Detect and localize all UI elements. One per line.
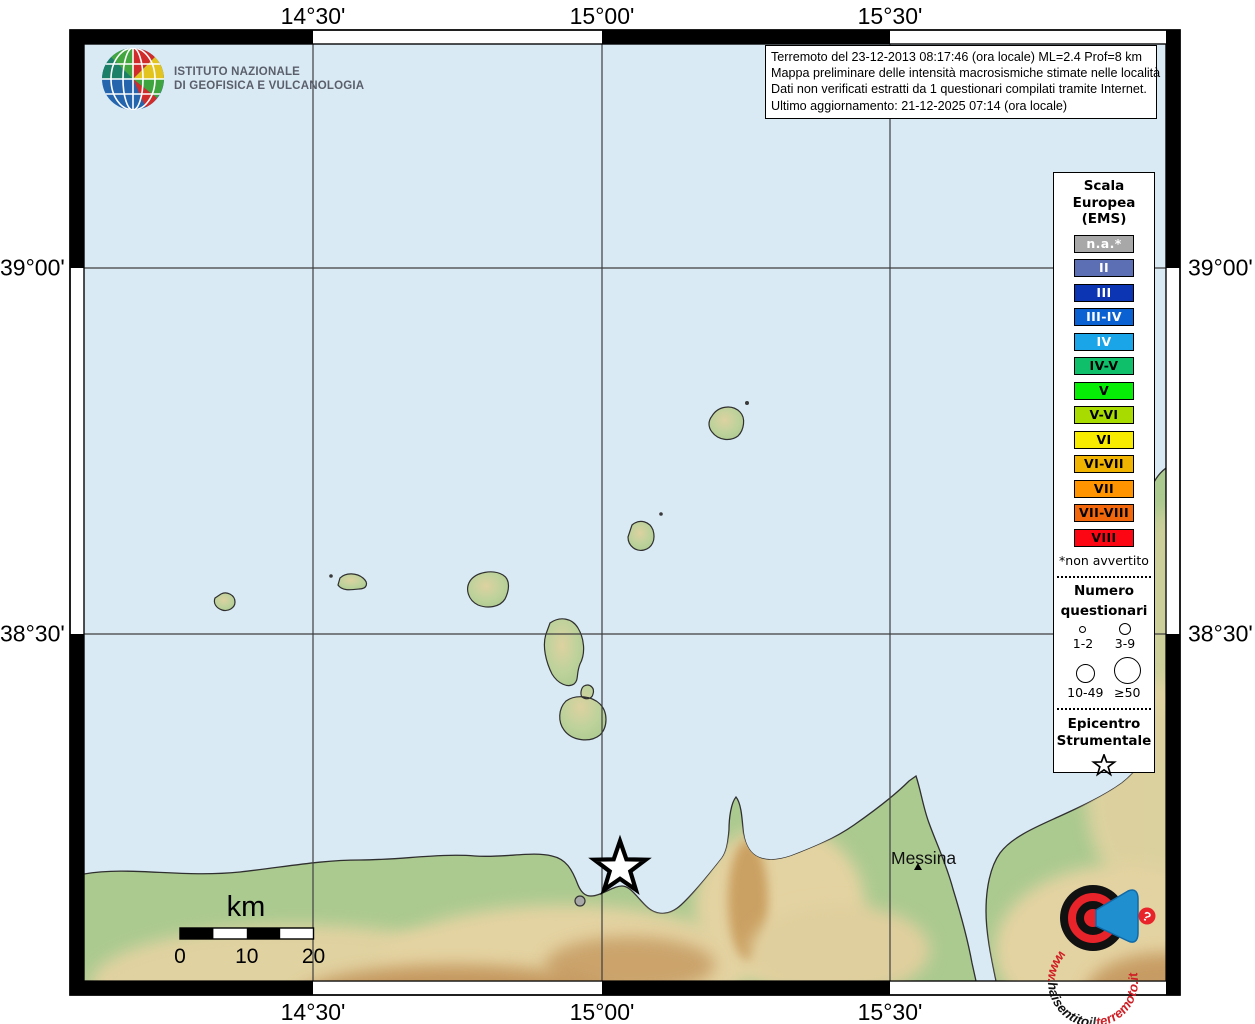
ems-scale: n.a.* II III III-IV IV IV-V V V-VI VI VI…	[1054, 234, 1154, 547]
axis-label-left-3900: 39°00'	[0, 254, 65, 281]
legend-panel: Scala Europea (EMS) n.a.* II III III-IV …	[1053, 172, 1155, 777]
ingv-logo: ISTITUTO NAZIONALE DI GEOFISICA E VULCAN…	[100, 46, 364, 112]
legend-title: Scala Europea (EMS)	[1054, 178, 1154, 228]
questionnaire-label-1-2: 1-2	[1072, 636, 1094, 651]
islet-basiluzzo	[659, 512, 663, 516]
ingv-name-line1: ISTITUTO NAZIONALE	[174, 65, 301, 78]
ems-chip-iii-iv: III-IV	[1074, 308, 1134, 326]
questionnaire-size-1-2: 1-2	[1073, 626, 1093, 651]
questionnaire-label-3-9: 3-9	[1114, 636, 1136, 651]
axis-label-right-3830: 38°30'	[1188, 620, 1253, 647]
axis-label-left-3830: 38°30'	[0, 620, 65, 647]
legend-title-line3: (EMS)	[1081, 211, 1127, 227]
questionnaire-title-line1: Numero	[1073, 583, 1135, 599]
event-info-line2: Mappa preliminare delle intensità macros…	[771, 66, 1161, 81]
questionnaire-size-10-49: 10-49	[1067, 664, 1103, 700]
legend-separator-1	[1057, 576, 1151, 578]
epicenter-star-icon	[1054, 752, 1154, 781]
axis-label-bottom-1430: 14°30'	[280, 999, 346, 1024]
ingv-name-line2: DI GEOFISICA E VULCANOLOGIA	[174, 80, 365, 92]
epicenter-legend-title: Epicentro Strumentale	[1054, 716, 1154, 750]
ems-chip-viii: VIII	[1074, 528, 1134, 547]
axis-label-top-1500: 15°00'	[569, 3, 635, 29]
islet-strombolicchio	[745, 401, 749, 405]
questionnaire-title-line2: questionari	[1060, 603, 1148, 619]
island-panarea	[627, 520, 655, 551]
scale-tick-0: 0	[174, 945, 186, 968]
scale-bar-unit: km	[227, 891, 266, 923]
ems-chip-iv: IV	[1074, 332, 1134, 351]
axis-label-bottom-1530: 15°30'	[857, 999, 923, 1024]
ems-chip-vi: VI	[1074, 430, 1134, 449]
islet-canna	[329, 574, 333, 578]
event-info-line4: Ultimo aggiornamento: 21-12-2025 07:14 (…	[771, 98, 1068, 113]
questionnaire-title: Numero questionari	[1054, 581, 1154, 621]
ems-chip-vi-vii: VI-VII	[1074, 455, 1134, 473]
city-label-messina: Messina	[891, 848, 956, 868]
sea	[83, 43, 1167, 982]
ems-chip-v-vi: V-VI	[1074, 406, 1134, 424]
event-info-box: Terremoto del 23-12-2013 08:17:46 (ora l…	[765, 45, 1161, 119]
axis-label-top-1430: 14°30'	[280, 3, 346, 29]
questionnaire-size-50: ≥50	[1113, 657, 1141, 700]
map-page: Messina km 0 10 20 ? www. haisentitoilter…	[0, 0, 1255, 1024]
legend-separator-2	[1057, 708, 1151, 710]
ems-chip-na: n.a.*	[1074, 234, 1134, 253]
circle-xlarge-icon	[1113, 657, 1141, 684]
island-salina	[467, 571, 510, 608]
legend-title-line1: Scala	[1083, 178, 1125, 194]
ems-chip-vii-viii: VII-VIII	[1074, 504, 1134, 522]
axis-label-right-3900: 39°00'	[1188, 254, 1253, 281]
questionnaire-size-3-9: 3-9	[1115, 623, 1135, 651]
epicenter-title-line2: Strumentale	[1056, 733, 1152, 749]
legend-footnote: *non avvertito	[1059, 553, 1149, 568]
ems-chip-ii: II	[1074, 259, 1134, 277]
axis-label-bottom-1500: 15°00'	[569, 999, 635, 1024]
axis-label-top-1530: 15°30'	[857, 3, 923, 29]
legend-title-line2: Europea	[1072, 194, 1136, 211]
epicenter-title-line1: Epicentro	[1067, 716, 1141, 732]
circle-small-icon	[1079, 626, 1087, 633]
questionnaire-label-10-49: 10-49	[1067, 685, 1104, 700]
ems-chip-vii: VII	[1074, 479, 1134, 498]
ingv-globe-icon	[102, 48, 164, 110]
circle-medium-icon	[1118, 623, 1131, 635]
ems-chip-iv-v: IV-V	[1074, 357, 1134, 375]
scale-tick-10: 10	[235, 945, 258, 968]
ems-chip-v: V	[1074, 381, 1134, 400]
scale-tick-20: 20	[302, 945, 325, 968]
questionnaire-label-50: ≥50	[1114, 685, 1141, 700]
event-info-line3: Dati non verificati estratti da 1 questi…	[771, 82, 1147, 97]
event-info-line1: Terremoto del 23-12-2013 08:17:46 (ora l…	[771, 50, 1143, 64]
circle-large-icon	[1075, 664, 1095, 683]
ems-chip-iii: III	[1074, 283, 1134, 302]
locality-dot	[574, 895, 586, 907]
